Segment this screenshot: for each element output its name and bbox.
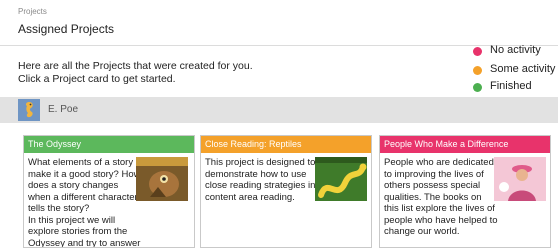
- project-card-close-reading-reptiles[interactable]: Close Reading: Reptiles This project is …: [200, 135, 372, 248]
- card-line: change our world.: [384, 226, 460, 237]
- breadcrumb[interactable]: Projects: [18, 7, 47, 16]
- card-line: People who are dedicated: [384, 157, 494, 168]
- seahorse-avatar-icon: [18, 99, 40, 121]
- intro-line-1: Here are all the Projects that were crea…: [18, 60, 253, 72]
- user-bar[interactable]: E. Poe: [0, 97, 558, 123]
- page-title: Assigned Projects: [18, 22, 115, 36]
- page-header: Projects Assigned Projects: [0, 0, 558, 46]
- card-title: Close Reading: Reptiles: [201, 136, 371, 153]
- card-title: The Odyssey: [24, 136, 194, 153]
- status-dot-icon: [473, 47, 482, 56]
- legend-label: Finished: [490, 80, 532, 92]
- intro-text: Here are all the Projects that were crea…: [18, 60, 253, 86]
- card-title: People Who Make a Difference: [380, 136, 550, 153]
- card-line: This project is designed to: [205, 157, 316, 168]
- legend-label: No activity: [490, 44, 541, 56]
- person-book-cover-icon: [494, 157, 546, 201]
- card-description: This project is designed to demonstrate …: [205, 157, 315, 203]
- card-line: to improving the lives of: [384, 168, 484, 180]
- legend-label: Some activity: [490, 63, 556, 75]
- card-description: People who are dedicated to improving th…: [384, 157, 498, 238]
- card-line: others possess special: [384, 180, 481, 191]
- project-card-people-who-make-a-difference[interactable]: People Who Make a Difference People who …: [379, 135, 551, 248]
- card-line: explore stories from the: [28, 226, 128, 237]
- status-dot-icon: [473, 83, 482, 92]
- card-line: when a different character: [28, 191, 138, 203]
- cyclops-book-cover-icon: [136, 157, 188, 201]
- card-line: tells the story?: [28, 203, 90, 214]
- card-line: content area reading.: [205, 191, 295, 203]
- project-card-the-odyssey[interactable]: The Odyssey What elements of a story mak…: [23, 135, 195, 248]
- card-line: close reading strategies in: [205, 180, 316, 191]
- card-line: this list explore the lives of: [384, 203, 495, 214]
- snake-book-cover-icon: [315, 157, 367, 201]
- card-line: make it a good story? How: [28, 168, 141, 180]
- card-description: What elements of a story make it a good …: [28, 157, 141, 248]
- card-line: Odyssey and try to answer: [28, 237, 141, 248]
- intro-line-2: Click a Project card to get started.: [18, 73, 176, 85]
- card-line: does a story changes: [28, 180, 119, 191]
- card-line: qualities. The books on: [384, 191, 482, 203]
- card-line: In this project we will: [28, 214, 116, 226]
- card-line: demonstrate how to use: [205, 168, 307, 180]
- user-name: E. Poe: [48, 104, 79, 115]
- status-dot-icon: [473, 66, 482, 75]
- card-line: people who have helped to: [384, 214, 498, 226]
- card-line: What elements of a story: [28, 157, 134, 168]
